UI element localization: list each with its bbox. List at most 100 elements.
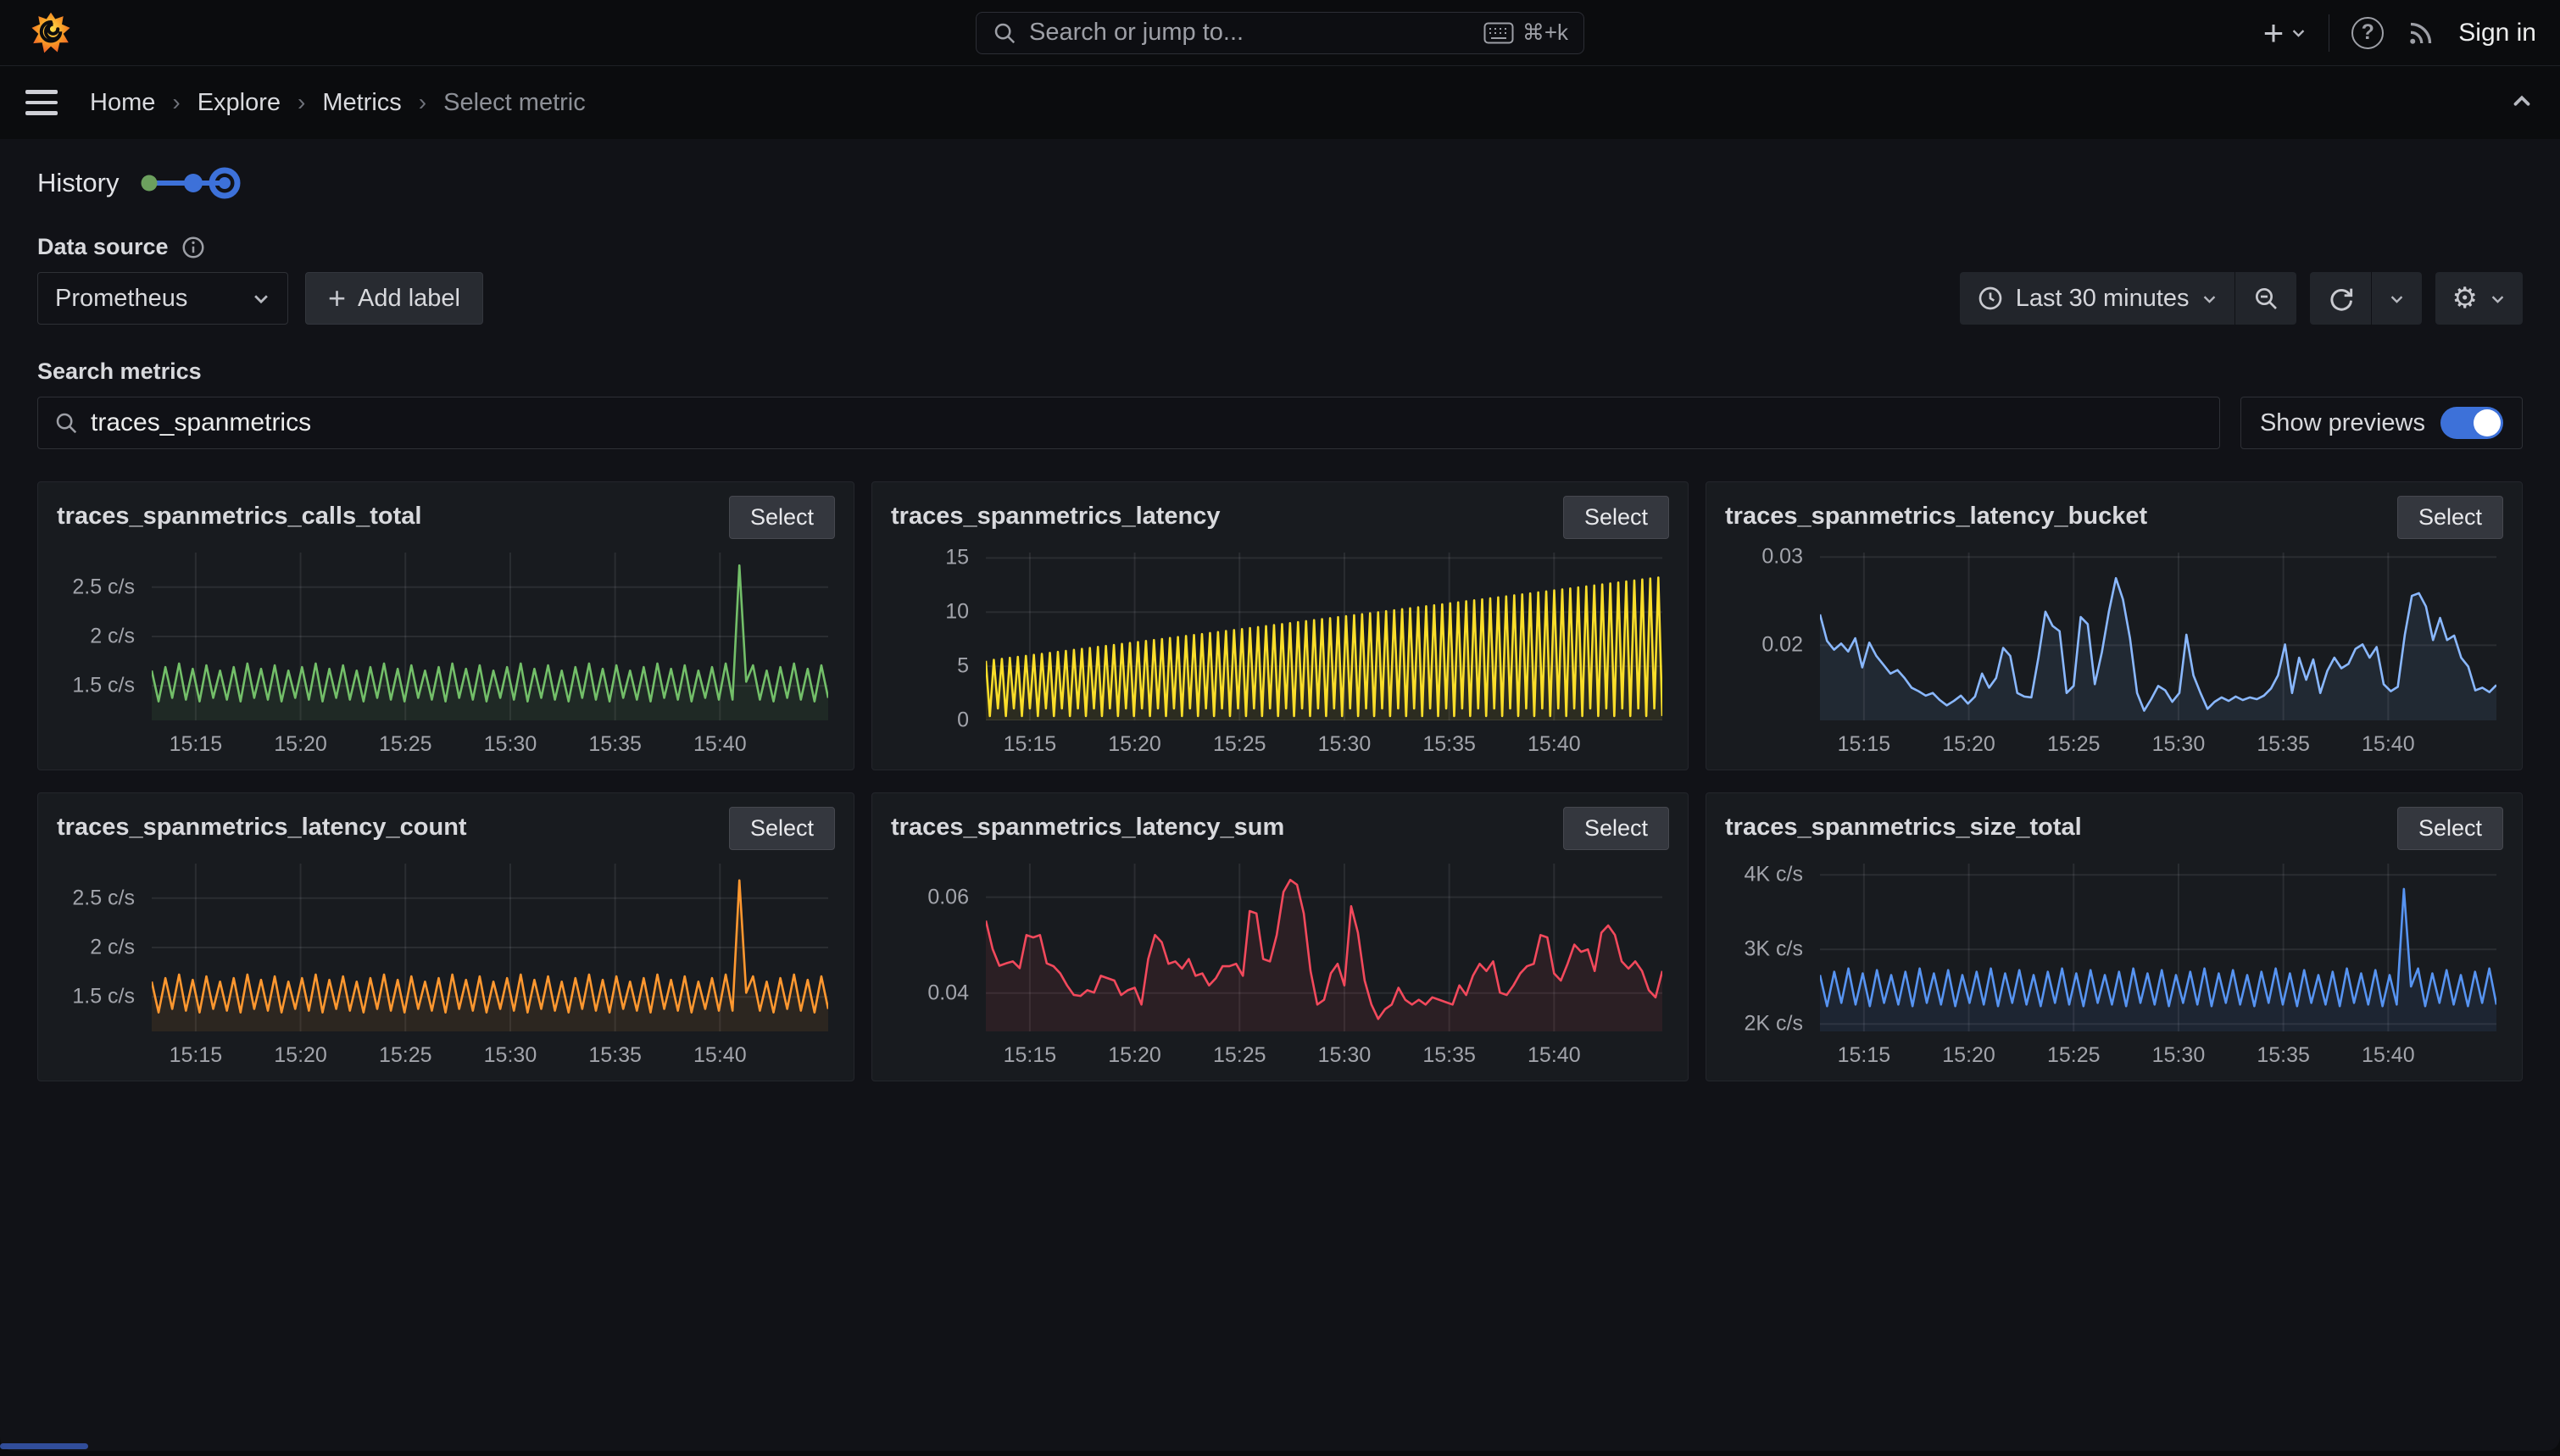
breadcrumb-metrics[interactable]: Metrics (322, 89, 401, 117)
y-axis-tick-label: 2K c/s (1745, 1012, 1803, 1036)
chevron-down-icon (2201, 291, 2218, 307)
metric-panel: traces_spanmetrics_latency_bucket Select… (1706, 481, 2523, 770)
breadcrumb-separator: › (298, 89, 305, 116)
x-axis-tick-label: 15:15 (170, 1043, 223, 1068)
metric-preview-chart: 2K c/s3K c/s4K c/s15:1515:2015:2515:3015… (1725, 855, 2503, 1072)
metric-preview-chart: 1.5 c/s 2 c/s 2.5 c/s 15:15 15:20 15:25 15:30 1… (57, 855, 835, 1072)
search-icon (53, 410, 79, 436)
refresh-button[interactable] (2310, 272, 2371, 325)
search-row: traces_spanmetrics Show previews (37, 397, 2523, 449)
y-axis-tick-label: 1.5 c/s (72, 674, 135, 698)
x-axis-tick-label: 15:25 (1213, 732, 1266, 757)
grafana-logo-icon[interactable] (29, 11, 73, 55)
add-label-text: Add label (358, 285, 460, 313)
panel-title: traces_spanmetrics_latency_count (57, 807, 467, 842)
breadcrumb: Home › Explore › Metrics › Select metric (90, 89, 586, 117)
x-axis-tick-label: 15:35 (1422, 732, 1476, 757)
clock-icon (1977, 285, 2004, 312)
top-navigation-bar: Search or jump to... ⌘+k + ? Sign in (0, 0, 2560, 66)
x-axis-tick-label: 15:40 (2362, 732, 2415, 757)
x-axis-tick-label: 15:30 (1318, 1043, 1372, 1068)
panel-title: traces_spanmetrics_latency_sum (891, 807, 1284, 842)
select-metric-button[interactable]: Select (1563, 807, 1669, 850)
select-metric-button[interactable]: Select (729, 496, 835, 539)
search-shortcut: ⌘+k (1522, 19, 1568, 46)
x-axis-tick-label: 15:25 (2047, 1043, 2101, 1068)
metric-panel: traces_spanmetrics_calls_total Select 1.… (37, 481, 854, 770)
global-search-input[interactable]: Search or jump to... ⌘+k (976, 12, 1584, 54)
breadcrumb-explore[interactable]: Explore (198, 89, 281, 117)
show-previews-label: Show previews (2260, 409, 2425, 437)
select-metric-button[interactable]: Select (2397, 807, 2503, 850)
y-axis-tick-label: 2.5 c/s (72, 575, 135, 599)
breadcrumb-home[interactable]: Home (90, 89, 155, 117)
x-axis-tick-label: 15:25 (379, 732, 432, 757)
y-axis-tick-label: 2 c/s (90, 625, 135, 649)
grafana-app: Search or jump to... ⌘+k + ? Sign in (0, 0, 2560, 1451)
search-icon (992, 20, 1017, 46)
select-metric-button[interactable]: Select (1563, 496, 1669, 539)
x-axis-tick-label: 15:15 (170, 732, 223, 757)
x-axis-tick-label: 15:20 (274, 732, 327, 757)
x-axis-tick-label: 15:35 (588, 1043, 642, 1068)
x-axis-tick-label: 15:40 (1528, 1043, 1581, 1068)
search-placeholder: Search or jump to... (1029, 19, 1483, 47)
toggle-knob (2474, 409, 2501, 436)
select-metric-button[interactable]: Select (729, 807, 835, 850)
x-axis-tick-label: 15:15 (1004, 732, 1057, 757)
add-label-button[interactable]: + Add label (305, 272, 483, 325)
y-axis-tick-label: 1.5 c/s (72, 985, 135, 1009)
x-axis-tick-label: 15:25 (379, 1043, 432, 1068)
y-axis-tick-label: 0.02 (1761, 633, 1803, 658)
zoom-out-time-button[interactable] (2234, 272, 2296, 325)
add-new-button[interactable]: + (2263, 15, 2307, 51)
metric-panel: traces_spanmetrics_latency_count Select … (37, 792, 854, 1081)
y-axis-tick-label: 2.5 c/s (72, 886, 135, 910)
breadcrumb-select-metric: Select metric (443, 89, 586, 117)
breadcrumb-separator: › (172, 89, 180, 116)
collapse-chevron-up-icon[interactable] (2509, 88, 2535, 118)
panel-title: traces_spanmetrics_calls_total (57, 496, 421, 531)
x-axis-tick-label: 15:30 (2152, 732, 2206, 757)
settings-button[interactable]: ⚙ (2435, 272, 2523, 325)
metric-panel: traces_spanmetrics_latency Select 051015… (871, 481, 1689, 770)
datasource-label-row: Data source (37, 234, 2523, 260)
info-icon (181, 235, 206, 260)
x-axis-tick-label: 15:15 (1838, 732, 1891, 757)
history-timeline-steps[interactable] (137, 164, 242, 202)
time-range-picker[interactable]: Last 30 minutes (1960, 272, 2234, 325)
y-axis-tick-label: 0.04 (927, 981, 969, 1005)
controls-row: Prometheus + Add label Last 30 minutes (37, 272, 2523, 325)
chevron-down-icon (2290, 25, 2307, 41)
refresh-interval-dropdown[interactable] (2371, 272, 2422, 325)
y-axis-tick-label: 15 (945, 546, 969, 570)
metric-search-value: traces_spanmetrics (91, 408, 311, 437)
x-axis-tick-label: 15:25 (2047, 732, 2101, 757)
zoom-out-icon (2252, 285, 2279, 312)
x-axis-tick-label: 15:30 (1318, 732, 1372, 757)
sign-in-button[interactable]: Sign in (2458, 19, 2536, 47)
news-rss-icon[interactable] (2406, 18, 2436, 48)
metric-previews-grid: traces_spanmetrics_calls_total Select 1.… (37, 481, 2523, 1081)
x-axis-tick-label: 15:20 (1942, 732, 1995, 757)
history-row: History (37, 164, 2523, 202)
horizontal-scrollbar-thumb[interactable] (0, 1443, 88, 1449)
chevron-down-icon (2389, 291, 2405, 307)
x-axis-tick-label: 15:20 (1108, 732, 1161, 757)
metric-panel: traces_spanmetrics_latency_sum Select 0.… (871, 792, 1689, 1081)
explore-metrics-content: History Data source Prometheus + (0, 139, 2560, 1451)
metric-preview-chart: 0.020.0315:1515:2015:2515:3015:3515:40 (1725, 544, 2503, 761)
refresh-group (2310, 272, 2422, 325)
plus-icon: + (2263, 15, 2285, 51)
x-axis-tick-label: 15:20 (274, 1043, 327, 1068)
y-axis-tick-label: 2 c/s (90, 936, 135, 960)
x-axis-tick-label: 15:40 (1528, 732, 1581, 757)
plus-icon: + (328, 281, 346, 316)
datasource-picker[interactable]: Prometheus (37, 272, 288, 325)
help-icon[interactable]: ? (2351, 17, 2384, 49)
show-previews-toggle[interactable] (2440, 407, 2503, 439)
metric-search-input[interactable]: traces_spanmetrics (37, 397, 2220, 449)
select-metric-button[interactable]: Select (2397, 496, 2503, 539)
menu-toggle-icon[interactable] (25, 90, 58, 115)
x-axis-tick-label: 15:30 (484, 1043, 537, 1068)
